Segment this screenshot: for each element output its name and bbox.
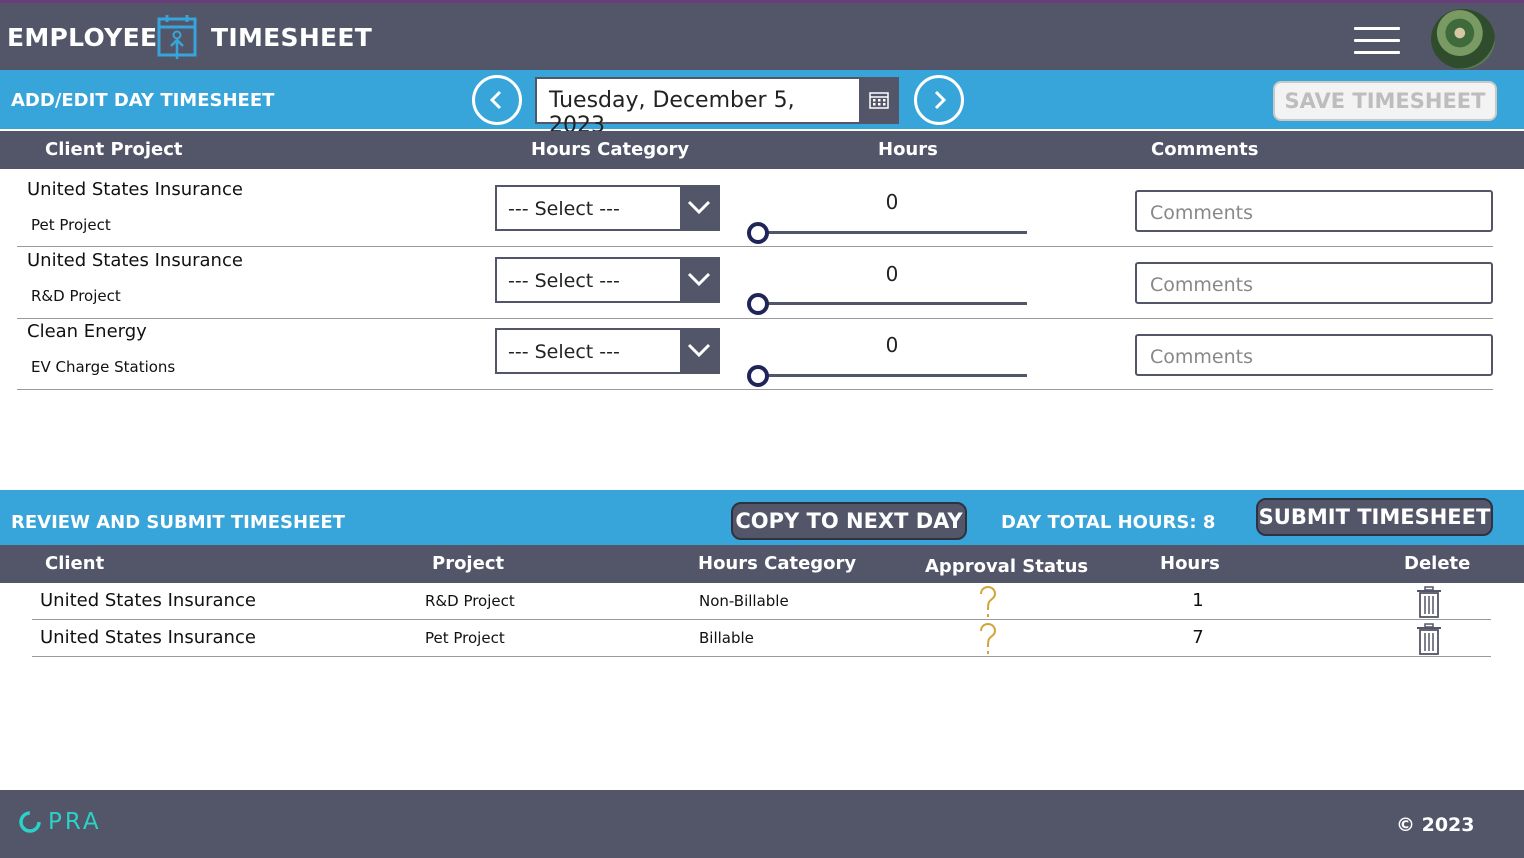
chevron-right-icon	[934, 90, 947, 110]
copy-to-next-day-button[interactable]: COPY TO NEXT DAY	[731, 502, 967, 540]
row-hours: 1	[1192, 590, 1204, 611]
day-total-hours: DAY TOTAL HOURS: 8	[1001, 512, 1216, 533]
review-table-header: Client Project Hours Category Approval S…	[0, 545, 1524, 583]
entry-row: United States Insurance R&D Project --- …	[17, 247, 1493, 319]
brand-name: PRA	[48, 809, 102, 835]
app-title-right: TIMESHEET	[211, 23, 373, 52]
slider-handle[interactable]	[747, 365, 769, 387]
trash-icon[interactable]	[1416, 586, 1442, 618]
col-hours: Hours	[1160, 553, 1220, 574]
row-hours-category: Non-Billable	[699, 592, 789, 610]
col-hours-category: Hours Category	[698, 553, 857, 574]
entry-row: Clean Energy EV Charge Stations --- Sele…	[17, 319, 1493, 390]
col-client: Client	[45, 553, 105, 574]
calendar-person-icon	[157, 15, 197, 59]
dropdown-button[interactable]	[680, 330, 718, 372]
date-picker-input[interactable]: Tuesday, December 5, 2023	[535, 77, 861, 138]
dropdown-button[interactable]	[680, 259, 718, 301]
slider-handle[interactable]	[747, 293, 769, 315]
chevron-down-icon	[687, 200, 711, 215]
chevron-left-icon	[489, 90, 502, 110]
app-header: EMPLOYEE TIMESHEET	[0, 0, 1524, 71]
hours-value: 0	[885, 333, 899, 357]
slider-handle[interactable]	[747, 222, 769, 244]
hours-slider[interactable]	[757, 302, 1027, 305]
col-hours: Hours	[878, 139, 938, 160]
hours-value: 0	[885, 190, 899, 214]
add-edit-title: ADD/EDIT DAY TIMESHEET	[11, 90, 275, 111]
hours-slider[interactable]	[757, 231, 1027, 234]
row-client: United States Insurance	[40, 590, 256, 611]
col-delete: Delete	[1404, 553, 1471, 574]
comments-input[interactable]: Comments	[1135, 190, 1493, 232]
entry-row: United States Insurance Pet Project --- …	[17, 169, 1493, 247]
col-client-project: Client Project	[45, 139, 183, 160]
entry-table-header: Client Project Hours Category Hours Comm…	[0, 131, 1524, 169]
previous-day-button[interactable]	[472, 75, 522, 125]
table-row: United States Insurance Pet Project Bill…	[32, 620, 1491, 657]
col-hours-category: Hours Category	[531, 139, 690, 160]
hours-value: 0	[885, 262, 899, 286]
select-value: --- Select ---	[508, 198, 620, 220]
question-mark-icon	[980, 623, 997, 654]
submit-timesheet-button[interactable]: SUBMIT TIMESHEET	[1256, 498, 1493, 536]
col-comments: Comments	[1151, 139, 1259, 160]
app-footer: PRA © 2023	[0, 790, 1524, 858]
entry-project: R&D Project	[31, 287, 121, 305]
entry-client: United States Insurance	[27, 179, 243, 200]
row-project: Pet Project	[425, 629, 505, 647]
review-title: REVIEW AND SUBMIT TIMESHEET	[11, 512, 345, 533]
app-title-left: EMPLOYEE	[7, 23, 158, 52]
comments-input[interactable]: Comments	[1135, 334, 1493, 376]
user-avatar[interactable]	[1429, 7, 1497, 71]
row-client: United States Insurance	[40, 627, 256, 648]
next-day-button[interactable]	[914, 75, 964, 125]
hours-slider[interactable]	[757, 374, 1027, 377]
chevron-down-icon	[687, 272, 711, 287]
entry-project: Pet Project	[31, 216, 111, 234]
row-hours: 7	[1192, 627, 1204, 648]
row-project: R&D Project	[425, 592, 515, 610]
comments-input[interactable]: Comments	[1135, 262, 1493, 304]
col-project: Project	[432, 553, 505, 574]
table-row: United States Insurance R&D Project Non-…	[32, 583, 1491, 620]
hours-category-select[interactable]: --- Select ---	[495, 185, 720, 231]
hours-category-select[interactable]: --- Select ---	[495, 257, 720, 303]
chevron-down-icon	[687, 343, 711, 358]
save-timesheet-button[interactable]: SAVE TIMESHEET	[1273, 81, 1497, 121]
entry-client: United States Insurance	[27, 250, 243, 271]
hours-category-select[interactable]: --- Select ---	[495, 328, 720, 374]
question-mark-icon	[980, 586, 997, 617]
select-value: --- Select ---	[508, 341, 620, 363]
select-value: --- Select ---	[508, 270, 620, 292]
col-approval-status: Approval Status	[925, 556, 1089, 577]
dropdown-button[interactable]	[680, 187, 718, 229]
row-hours-category: Billable	[699, 629, 754, 647]
timesheet-app: EMPLOYEE TIMESHEET ADD/EDIT DAY TIMESHEE…	[0, 0, 1524, 858]
entry-project: EV Charge Stations	[31, 358, 176, 376]
entry-client: Clean Energy	[27, 321, 147, 342]
brand-logo-icon	[19, 811, 41, 833]
calendar-button[interactable]	[859, 77, 899, 124]
copyright-text: © 2023	[1396, 814, 1475, 836]
calendar-icon	[869, 92, 889, 109]
hamburger-menu-icon[interactable]	[1354, 27, 1400, 55]
trash-icon[interactable]	[1416, 623, 1442, 655]
